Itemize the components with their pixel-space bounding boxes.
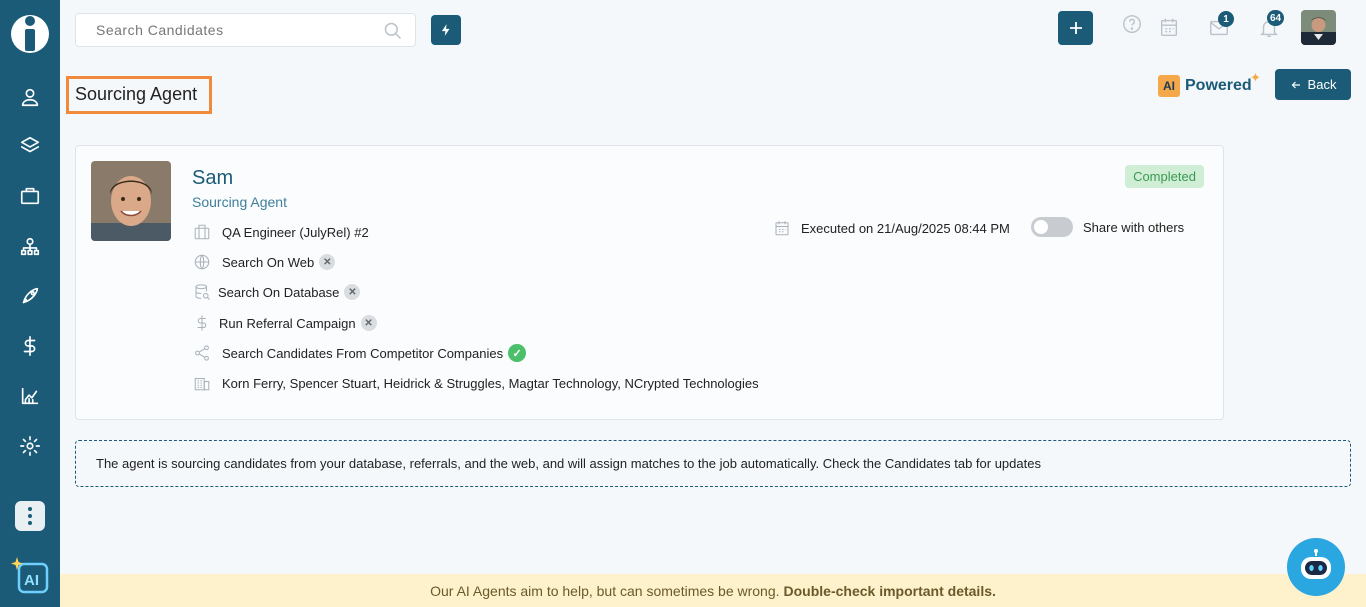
help-icon: [1123, 15, 1141, 33]
excluded-icon: ✕: [360, 315, 377, 331]
sidebar-item-settings[interactable]: [15, 431, 45, 461]
disclaimer-text: Our AI Agents aim to help, but can somet…: [430, 582, 780, 599]
add-button[interactable]: [1058, 11, 1093, 45]
search-database-row: Search On Database ✕: [192, 280, 361, 304]
page-title: Sourcing Agent: [75, 84, 198, 104]
ai-sparkle-icon: AI: [11, 557, 49, 594]
more-menu-button[interactable]: [15, 501, 45, 531]
agent-name: Sam: [192, 167, 234, 189]
dollar-icon: [197, 315, 207, 331]
sidebar-item-reports[interactable]: [15, 381, 45, 411]
agent-card: Sam Sourcing Agent Completed QA Engineer…: [75, 145, 1224, 420]
executed-date: Executed on 21/Aug/2025 08:44 PM: [801, 220, 1010, 236]
sidebar-item-org[interactable]: [15, 232, 45, 262]
sidebar-item-campaigns[interactable]: [15, 281, 45, 311]
companies-row: Korn Ferry, Spencer Stuart, Heidrick & S…: [192, 371, 759, 395]
search-icon[interactable]: [383, 21, 403, 41]
sparkle-icon: ✦: [1250, 70, 1261, 85]
robot-icon: [1301, 549, 1331, 579]
database-icon: [195, 284, 210, 300]
ai-chip: AI: [1158, 75, 1180, 97]
info-message-text: The agent is sourcing candidates from yo…: [96, 456, 1041, 471]
excluded-icon: ✕: [344, 284, 361, 300]
notification-count-badge: 64: [1267, 10, 1285, 26]
calendar-button[interactable]: [1157, 15, 1181, 39]
svg-text:AI: AI: [24, 572, 39, 589]
sidebar-item-candidates[interactable]: [15, 82, 45, 112]
briefcase-icon: [20, 187, 40, 205]
referral-row: Run Referral Campaign ✕: [192, 311, 377, 335]
disclaimer-footer: Our AI Agents aim to help, but can somet…: [60, 574, 1366, 607]
sidebar-item-jobs[interactable]: [15, 181, 45, 211]
plus-icon: [1069, 22, 1082, 34]
search-input[interactable]: [76, 14, 376, 46]
agent-photo: [91, 161, 171, 241]
ai-assistant-button[interactable]: AI: [10, 556, 50, 594]
ai-powered-label: Powered: [1185, 77, 1252, 94]
chart-icon: [21, 387, 39, 405]
share-icon: [195, 345, 209, 361]
search-web-label: Search On Web: [222, 254, 315, 270]
info-message: The agent is sourcing candidates from yo…: [75, 440, 1351, 487]
dollar-icon: [23, 336, 36, 356]
app-logo[interactable]: [10, 10, 50, 54]
excluded-icon: ✕: [319, 254, 336, 270]
disclaimer-emphasis: Double-check important details.: [783, 582, 996, 599]
mail-count-badge: 1: [1218, 11, 1234, 27]
ai-powered-badge: AI Powered ✦: [1158, 70, 1261, 99]
competitor-label: Search Candidates From Competitor Compan…: [222, 345, 504, 361]
share-toggle[interactable]: [1031, 217, 1073, 237]
competitor-row: Search Candidates From Competitor Compan…: [192, 341, 527, 365]
search-database-label: Search On Database: [218, 284, 340, 300]
back-button[interactable]: Back: [1275, 69, 1351, 100]
search-box: [75, 13, 416, 47]
globe-icon: [194, 254, 210, 270]
calendar-icon: [775, 221, 789, 236]
status-badge: Completed: [1125, 165, 1204, 188]
user-avatar[interactable]: [1301, 10, 1336, 45]
bolt-icon: [441, 24, 450, 36]
referral-label: Run Referral Campaign: [219, 315, 356, 331]
share-label: Share with others: [1083, 220, 1185, 235]
arrow-left-icon: [1291, 81, 1300, 88]
check-circle-icon: ✓: [508, 344, 527, 362]
chatbot-button[interactable]: [1287, 538, 1345, 596]
gear-icon: [20, 436, 40, 456]
agent-role: Sourcing Agent: [192, 194, 287, 210]
user-icon: [21, 88, 39, 107]
briefcase-icon: [194, 224, 210, 240]
rocket-icon: [22, 287, 39, 304]
calendar-icon: [1160, 18, 1178, 36]
layers-icon: [20, 136, 40, 153]
job-row: QA Engineer (JulyRel) #2: [192, 220, 369, 244]
building-icon: [194, 377, 210, 391]
companies-list: Korn Ferry, Spencer Stuart, Heidrick & S…: [222, 375, 759, 391]
sidebar-item-billing[interactable]: [15, 331, 45, 361]
sidebar: AI: [0, 0, 60, 607]
sidebar-item-layers[interactable]: [15, 131, 45, 161]
back-button-label: Back: [1307, 77, 1337, 92]
search-web-row: Search On Web ✕: [192, 250, 336, 274]
help-button[interactable]: [1120, 12, 1144, 36]
job-name[interactable]: QA Engineer (JulyRel) #2: [222, 225, 369, 240]
quick-action-button[interactable]: [431, 15, 461, 45]
org-chart-icon: [20, 237, 40, 256]
executed-info: Executed on 21/Aug/2025 08:44 PM: [773, 219, 1010, 237]
